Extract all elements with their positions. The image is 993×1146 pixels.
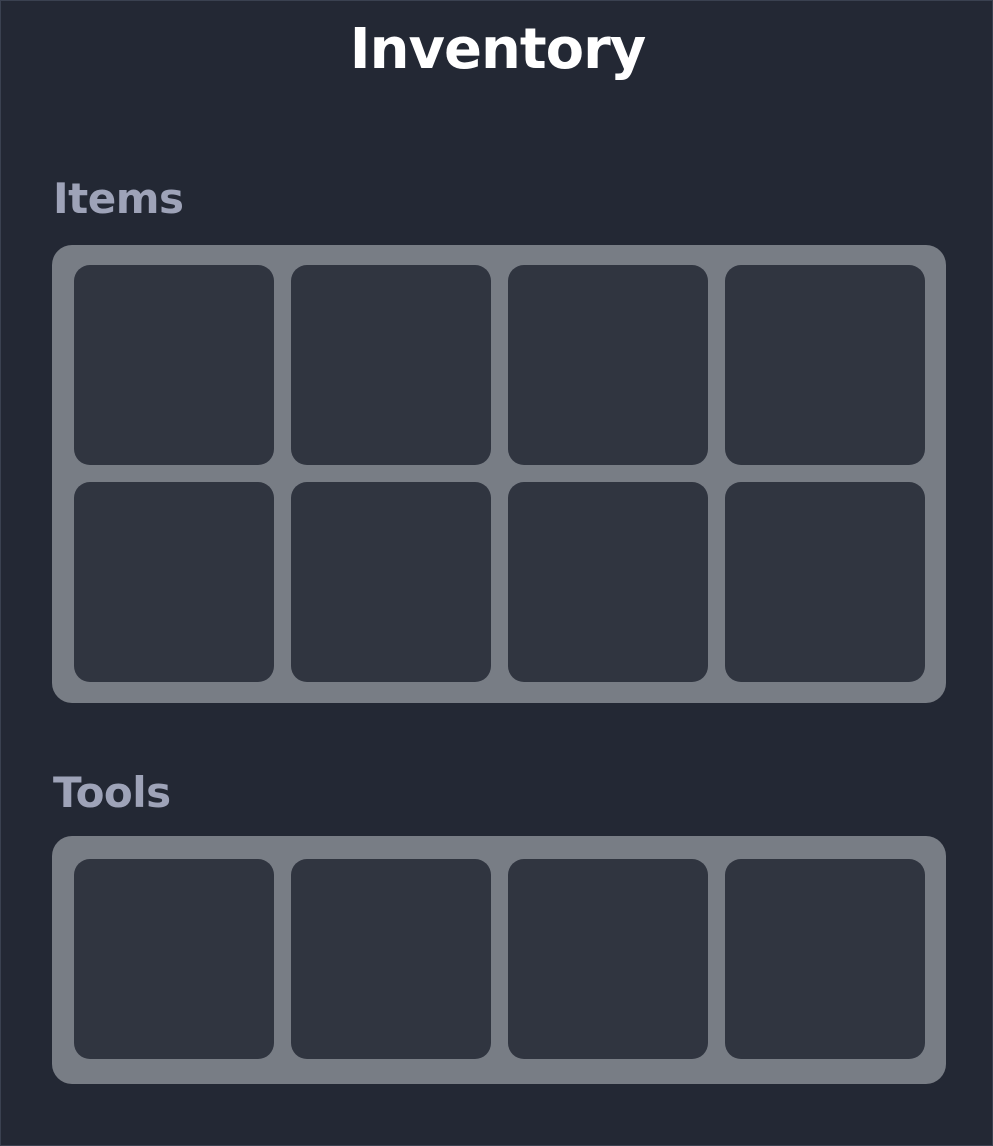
item-slot-5[interactable] bbox=[74, 482, 274, 682]
tool-slot-4[interactable] bbox=[725, 859, 925, 1059]
item-slot-7[interactable] bbox=[508, 482, 708, 682]
item-slot-3[interactable] bbox=[508, 265, 708, 465]
tool-slot-3[interactable] bbox=[508, 859, 708, 1059]
item-slot-6[interactable] bbox=[291, 482, 491, 682]
inventory-window: Inventory Items Tools bbox=[0, 0, 993, 1146]
tool-slot-2[interactable] bbox=[291, 859, 491, 1059]
tools-grid bbox=[52, 836, 946, 1084]
item-slot-4[interactable] bbox=[725, 265, 925, 465]
item-slot-1[interactable] bbox=[74, 265, 274, 465]
tools-section-label: Tools bbox=[53, 768, 171, 817]
items-grid bbox=[52, 245, 946, 703]
item-slot-8[interactable] bbox=[725, 482, 925, 682]
tool-slot-1[interactable] bbox=[74, 859, 274, 1059]
items-section-label: Items bbox=[53, 174, 184, 223]
item-slot-2[interactable] bbox=[291, 265, 491, 465]
inventory-title: Inventory bbox=[349, 17, 646, 82]
